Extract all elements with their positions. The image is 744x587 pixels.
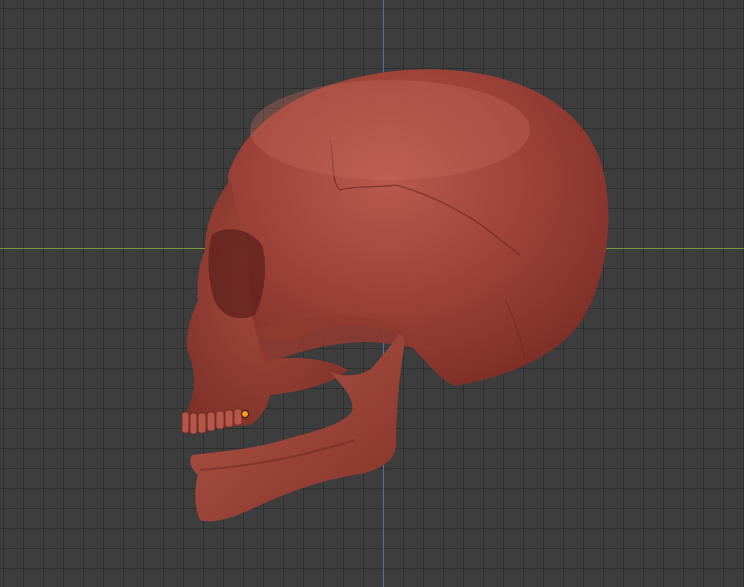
skull-model[interactable] xyxy=(0,0,744,587)
eye-socket xyxy=(208,229,266,319)
3d-viewport[interactable] xyxy=(0,0,744,587)
cranium-highlight xyxy=(250,80,530,180)
object-origin-icon[interactable] xyxy=(241,410,249,418)
